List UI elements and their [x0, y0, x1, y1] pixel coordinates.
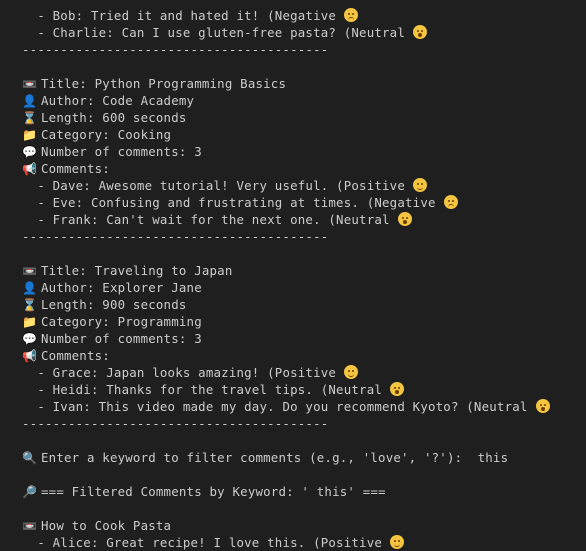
- person-icon: 👤: [22, 94, 38, 108]
- neutral-emoji-icon: [535, 399, 550, 413]
- video-category-line: 📁 Category: Cooking: [22, 127, 172, 142]
- positive-emoji-icon: [344, 365, 359, 379]
- video-length-line: ⌛ Length: 600 seconds: [22, 110, 187, 125]
- megaphone-icon: 📢: [22, 162, 38, 176]
- filtered-header-line: 🔎 === Filtered Comments by Keyword: ' thi…: [22, 484, 386, 499]
- terminal-output: - Bob: Tried it and hated it! (Negative …: [0, 0, 586, 551]
- comment-line: - Charlie: Can I use gluten-free pasta? …: [22, 24, 427, 41]
- video-camera-icon: 📼: [22, 77, 38, 91]
- video-count-line: 💬 Number of comments: 3: [22, 331, 202, 346]
- comment-line: - Dave: Awesome tutorial! Very useful. (…: [22, 177, 427, 194]
- filtered-video-title: 📼 How to Cook Pasta: [22, 518, 172, 533]
- speech-bubble-icon: 💬: [22, 145, 38, 159]
- magnifier-icon: 🔍: [22, 451, 38, 465]
- positive-emoji-icon: [413, 178, 427, 192]
- positive-emoji-icon: [390, 535, 405, 549]
- person-icon: 👤: [22, 281, 38, 295]
- negative-emoji-icon: [443, 195, 458, 209]
- neutral-emoji-icon: [413, 25, 427, 39]
- neutral-emoji-icon: [397, 212, 412, 226]
- video-comments-header: 📢 Comments:: [22, 348, 110, 363]
- video-title-line: 📼 Title: Traveling to Japan: [22, 263, 233, 278]
- video-camera-icon: 📼: [22, 264, 38, 278]
- comment-line: - Ivan: This video made my day. Do you r…: [22, 398, 550, 415]
- video-count-line: 💬 Number of comments: 3: [22, 144, 202, 159]
- magnifier-right-icon: 🔎: [22, 485, 38, 499]
- comment-line: - Grace: Japan looks amazing! (Positive: [22, 364, 359, 381]
- video-category-line: 📁 Category: Programming: [22, 314, 202, 329]
- video-camera-icon: 📼: [22, 519, 38, 533]
- folder-icon: 📁: [22, 315, 38, 329]
- comment-line: - Frank: Can't wait for the next one. (N…: [22, 211, 412, 228]
- comment-line: - Alice: Great recipe! I love this. (Pos…: [22, 534, 405, 551]
- divider-line: ----------------------------------------: [22, 416, 329, 431]
- speech-bubble-icon: 💬: [22, 332, 38, 346]
- hourglass-icon: ⌛: [22, 111, 38, 125]
- video-author-line: 👤 Author: Code Academy: [22, 93, 195, 108]
- comment-line: - Heidi: Thanks for the travel tips. (Ne…: [22, 381, 405, 398]
- comment-line: - Bob: Tried it and hated it! (Negative: [22, 7, 359, 24]
- neutral-emoji-icon: [390, 382, 405, 396]
- megaphone-icon: 📢: [22, 349, 38, 363]
- video-length-line: ⌛ Length: 900 seconds: [22, 297, 187, 312]
- video-title-line: 📼 Title: Python Programming Basics: [22, 76, 287, 91]
- video-comments-header: 📢 Comments:: [22, 161, 110, 176]
- video-author-line: 👤 Author: Explorer Jane: [22, 280, 202, 295]
- folder-icon: 📁: [22, 128, 38, 142]
- negative-emoji-icon: [344, 8, 359, 22]
- comment-line: - Eve: Confusing and frustrating at time…: [22, 194, 458, 211]
- keyword-prompt-line[interactable]: 🔍 Enter a keyword to filter comments (e.g…: [22, 449, 508, 466]
- divider-line: ----------------------------------------: [22, 229, 329, 244]
- divider-line: ----------------------------------------: [22, 42, 329, 57]
- hourglass-icon: ⌛: [22, 298, 38, 312]
